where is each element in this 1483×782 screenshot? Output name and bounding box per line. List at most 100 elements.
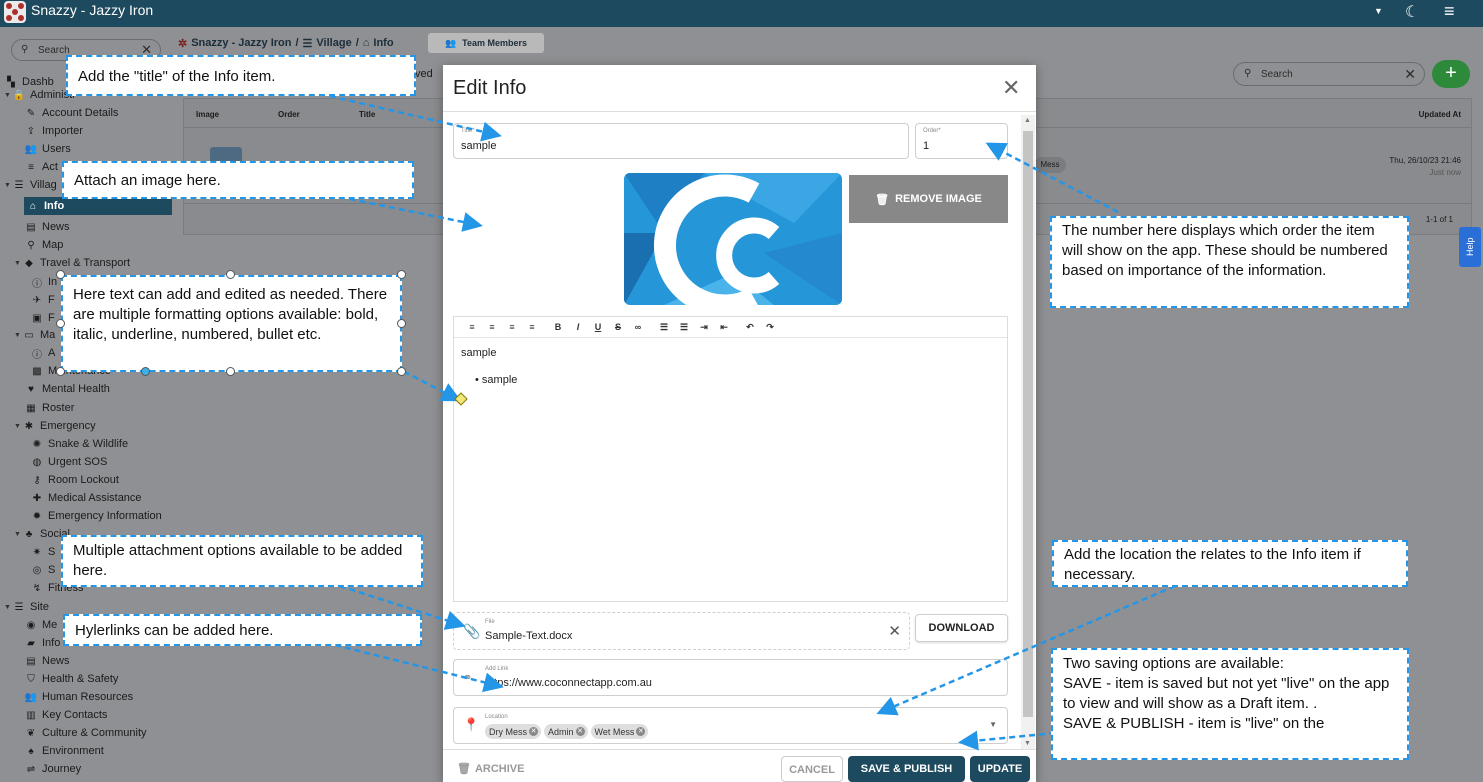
sidebar-item-info[interactable]: ⌂ Info bbox=[24, 197, 172, 215]
title-field[interactable]: Title* sample bbox=[453, 123, 909, 159]
add-link-field[interactable]: ⚭ Add Link https://www.coconnectapp.com.… bbox=[453, 659, 1008, 696]
title-field-value[interactable]: sample bbox=[461, 140, 496, 152]
sidebar-item-mental-health[interactable]: ♥ Mental Health bbox=[24, 380, 110, 398]
align-right-icon[interactable]: ≡ bbox=[502, 322, 522, 332]
location-select[interactable]: 📍 Location Dry Mess ✕ Admin ✕ Wet Mess ✕ ▼ bbox=[453, 707, 1008, 744]
editor-paragraph[interactable]: sample bbox=[461, 347, 496, 359]
underline-icon[interactable]: U bbox=[588, 322, 608, 332]
sidebar-item-a[interactable]: ⓘ A bbox=[30, 344, 55, 362]
remove-file-icon[interactable]: ✕ bbox=[888, 622, 901, 640]
expand-toggle-icon[interactable]: ▼ bbox=[14, 332, 22, 339]
chevron-down-icon[interactable]: ▼ bbox=[1374, 6, 1383, 16]
sidebar-item-medical-assistance[interactable]: ✚ Medical Assistance bbox=[30, 489, 142, 507]
resize-handle[interactable] bbox=[56, 367, 65, 376]
sidebar-item-site[interactable]: ▼ ☰ Site bbox=[4, 598, 49, 616]
filter-tab-approved[interactable]: ved bbox=[415, 68, 433, 80]
sidebar-item-f[interactable]: ▣ F bbox=[30, 309, 54, 327]
resize-handle[interactable] bbox=[56, 319, 65, 328]
location-chip[interactable]: Admin ✕ bbox=[544, 724, 588, 739]
sidebar-item-s[interactable]: ◎ S bbox=[30, 561, 56, 579]
indent-icon[interactable]: ⇥ bbox=[694, 322, 714, 333]
remove-chip-icon[interactable]: ✕ bbox=[529, 727, 538, 736]
justify-icon[interactable]: ≡ bbox=[522, 322, 542, 332]
sidebar-item-key-contacts[interactable]: ▥ Key Contacts bbox=[24, 706, 107, 724]
scroll-up-icon[interactable]: ▲ bbox=[1024, 117, 1031, 124]
sidebar-item-f[interactable]: ✈ F bbox=[30, 291, 55, 309]
breadcrumb-section[interactable]: Village bbox=[316, 37, 351, 49]
main-search-input[interactable]: ⚲ Search ✕ bbox=[1233, 62, 1425, 86]
sidebar-item-news[interactable]: ▤ News bbox=[24, 652, 69, 670]
dialog-scrollbar[interactable]: ▲ ▼ bbox=[1021, 115, 1035, 749]
resize-handle[interactable] bbox=[397, 367, 406, 376]
menu-icon[interactable]: ≡ bbox=[1444, 1, 1455, 22]
bullet-list-icon[interactable]: ☰ bbox=[654, 322, 674, 333]
help-tab[interactable]: Help bbox=[1459, 227, 1481, 267]
order-field[interactable]: Order* 1 bbox=[915, 123, 1008, 159]
clear-search-icon[interactable]: ✕ bbox=[1404, 66, 1416, 83]
resize-handle[interactable] bbox=[397, 270, 406, 279]
close-icon[interactable]: ✕ bbox=[1002, 75, 1020, 101]
location-chip[interactable]: Dry Mess ✕ bbox=[485, 724, 541, 739]
strikethrough-icon[interactable]: S bbox=[608, 322, 628, 332]
resize-handle[interactable] bbox=[141, 367, 150, 376]
resize-handle[interactable] bbox=[226, 270, 235, 279]
sidebar-item-s[interactable]: ✷ S bbox=[30, 543, 56, 561]
resize-handle[interactable] bbox=[56, 270, 65, 279]
file-attachment-field[interactable]: 📎 File Sample-Text.docx ✕ bbox=[453, 612, 910, 650]
redo-icon[interactable]: ↷ bbox=[760, 322, 780, 333]
expand-toggle-icon[interactable]: ▼ bbox=[4, 604, 12, 611]
sidebar-item-room-lockout[interactable]: ⚷ Room Lockout bbox=[30, 471, 119, 489]
align-left-icon[interactable]: ≡ bbox=[462, 322, 482, 332]
update-button[interactable]: UPDATE bbox=[970, 756, 1030, 782]
sidebar-item-act[interactable]: ≡ Act bbox=[24, 158, 58, 176]
chevron-down-icon[interactable]: ▼ bbox=[989, 720, 997, 729]
outdent-icon[interactable]: ⇤ bbox=[714, 322, 734, 333]
remove-chip-icon[interactable]: ✕ bbox=[575, 727, 585, 736]
link-icon[interactable]: ∞ bbox=[628, 322, 648, 332]
sidebar-item-map[interactable]: ⚲ Map bbox=[24, 236, 63, 254]
sidebar-item-users[interactable]: 👥 Users bbox=[24, 140, 71, 158]
dark-mode-icon[interactable]: ☾ bbox=[1405, 2, 1419, 22]
save-and-publish-button[interactable]: SAVE & PUBLISH bbox=[848, 756, 965, 782]
team-members-button[interactable]: 👥 Team Members bbox=[428, 33, 544, 53]
link-field-value[interactable]: https://www.coconnectapp.com.au bbox=[485, 677, 652, 689]
sidebar-item-roster[interactable]: ▦ Roster bbox=[24, 399, 74, 417]
numbered-list-icon[interactable]: ☰ bbox=[674, 322, 694, 333]
column-header-updated-at[interactable]: Updated At bbox=[1419, 110, 1461, 119]
sidebar-item-importer[interactable]: ⇪ Importer bbox=[24, 122, 83, 140]
order-field-value[interactable]: 1 bbox=[923, 140, 929, 152]
sidebar-item-health-safety[interactable]: ⛉ Health & Safety bbox=[24, 670, 118, 688]
undo-icon[interactable]: ↶ bbox=[740, 322, 760, 333]
sidebar-item-ma[interactable]: ▼ ▭ Ma bbox=[14, 326, 55, 344]
editor-bullet-item[interactable]: • sample bbox=[475, 374, 517, 386]
sidebar-item-journey[interactable]: ⇌ Journey bbox=[24, 760, 81, 778]
column-header-order[interactable]: Order bbox=[278, 110, 300, 119]
add-button[interactable]: + bbox=[1432, 60, 1470, 88]
expand-toggle-icon[interactable]: ▼ bbox=[14, 531, 22, 538]
sidebar-item-emergency[interactable]: ▼ ✱ Emergency bbox=[14, 417, 96, 435]
sidebar-item-me[interactable]: ◉ Me bbox=[24, 616, 58, 634]
scrollbar-thumb[interactable] bbox=[1023, 131, 1033, 717]
italic-icon[interactable]: I bbox=[568, 322, 588, 332]
download-button[interactable]: DOWNLOAD bbox=[915, 614, 1008, 642]
sidebar-item-villag[interactable]: ▼ ☰ Villag bbox=[4, 176, 57, 194]
expand-toggle-icon[interactable]: ▼ bbox=[4, 182, 12, 189]
expand-toggle-icon[interactable]: ▼ bbox=[14, 260, 22, 267]
sidebar-item-travel-transport[interactable]: ▼ ◆ Travel & Transport bbox=[14, 254, 130, 272]
remove-chip-icon[interactable]: ✕ bbox=[636, 727, 646, 736]
sidebar-item-urgent-sos[interactable]: ◍ Urgent SOS bbox=[30, 453, 108, 471]
archive-button[interactable]: 🗑 ARCHIVE bbox=[457, 762, 524, 776]
rich-text-editor[interactable]: ≡ ≡ ≡ ≡ B I U S ∞ ☰ ☰ ⇥ ⇤ ↶ ↷ sample • s… bbox=[453, 316, 1008, 602]
sidebar-item-snake-wildlife[interactable]: ✺ Snake & Wildlife bbox=[30, 435, 128, 453]
sidebar-item-info[interactable]: ▰ Info bbox=[24, 634, 60, 652]
location-chip[interactable]: Wet Mess ✕ bbox=[590, 724, 649, 739]
align-center-icon[interactable]: ≡ bbox=[482, 322, 502, 332]
expand-toggle-icon[interactable]: ▼ bbox=[4, 92, 12, 99]
breadcrumb-app[interactable]: Snazzy - Jazzy Iron bbox=[191, 37, 291, 49]
cancel-button[interactable]: CANCEL bbox=[781, 756, 843, 782]
resize-handle[interactable] bbox=[397, 319, 406, 328]
sidebar-item-culture-community[interactable]: ❦ Culture & Community bbox=[24, 724, 147, 742]
sidebar-item-news[interactable]: ▤ News bbox=[24, 218, 69, 236]
sidebar-item-environment[interactable]: ♠ Environment bbox=[24, 742, 103, 760]
column-header-title[interactable]: Title bbox=[359, 110, 375, 119]
